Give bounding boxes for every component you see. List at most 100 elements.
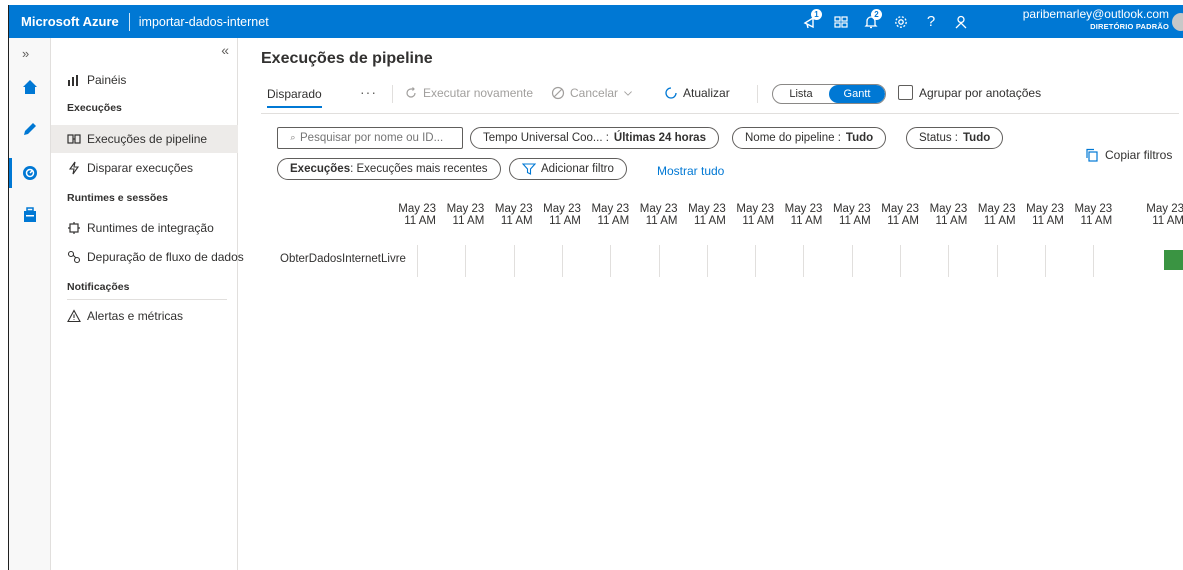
- gantt-tick-label: May 23 11 AM: [1144, 203, 1183, 227]
- app-frame: Microsoft Azure importar-dados-internet …: [8, 5, 1183, 570]
- gantt-tick-time: 11 AM: [694, 215, 726, 227]
- toolbar-divider: [261, 113, 1179, 114]
- gantt-tick-label: May 23 11 AM: [589, 203, 629, 227]
- gantt-grid-line: [561, 245, 563, 277]
- pipeline-filter-label: Nome do pipeline :: [745, 132, 841, 144]
- view-list-option[interactable]: Lista: [773, 85, 829, 103]
- rerun-button[interactable]: Executar novamente: [404, 86, 533, 100]
- top-icons: 1 2 ?: [796, 5, 976, 38]
- tab-triggered[interactable]: Disparado: [267, 87, 322, 108]
- gantt-tick-time: 11 AM: [404, 215, 436, 227]
- factory-name[interactable]: importar-dados-internet: [130, 15, 269, 29]
- more-options-button[interactable]: ···: [360, 84, 377, 100]
- copy-filters-button[interactable]: Copiar filtros: [1085, 148, 1172, 162]
- pipeline-filter-value: Tudo: [845, 132, 874, 144]
- time-filter-label: Tempo Universal Coo... :: [483, 132, 609, 144]
- time-filter-pill[interactable]: Tempo Universal Coo... : Últimas 24 hora…: [470, 127, 719, 149]
- gantt-grid-line: [706, 245, 708, 277]
- gantt-grid-line: [1044, 245, 1046, 277]
- gantt-tick-label: May 23 11 AM: [1072, 203, 1112, 227]
- gantt-tick-time: 11 AM: [887, 215, 919, 227]
- rerun-label: Executar novamente: [423, 86, 534, 100]
- search-input[interactable]: [300, 132, 450, 144]
- user-account[interactable]: paribemarley@outlook.com DIRETÓRIO PADRÃ…: [1017, 7, 1169, 33]
- gantt-tick-time: 11 AM: [983, 215, 1016, 227]
- directory-switch-button[interactable]: [826, 5, 856, 38]
- cancel-icon: [551, 86, 565, 100]
- gantt-tick-label: May 23 11 AM: [493, 203, 533, 227]
- dataflow-debug-icon: [67, 250, 81, 264]
- gantt-tick-date: May 23: [543, 203, 581, 215]
- nav-dashboards-label: Painéis: [87, 73, 127, 87]
- show-all-link[interactable]: Mostrar tudo: [657, 164, 724, 178]
- nav-pipeline-runs[interactable]: Execuções de pipeline: [51, 125, 238, 153]
- nav-trigger-runs[interactable]: Disparar execuções: [51, 154, 238, 182]
- monitor-gauge-icon: [23, 166, 37, 180]
- gantt-tick-date: May 23: [688, 203, 726, 215]
- collapse-nav-button[interactable]: «: [221, 42, 229, 58]
- rail-home[interactable]: [9, 70, 51, 104]
- gantt-tick-label: May 23 11 AM: [734, 203, 774, 227]
- gantt-tick-time: 11 AM: [452, 215, 485, 227]
- dashboard-icon: [67, 73, 81, 87]
- search-box[interactable]: [277, 127, 463, 149]
- rail-author[interactable]: [9, 112, 51, 146]
- alerts-button[interactable]: 2: [856, 5, 886, 38]
- cancel-button[interactable]: Cancelar: [551, 86, 633, 100]
- gantt-tick-time: 11 AM: [935, 215, 968, 227]
- gantt-tick-label: May 23 11 AM: [1024, 203, 1064, 227]
- rail-monitor[interactable]: [9, 156, 51, 190]
- gantt-tick-time: 11 AM: [645, 215, 678, 227]
- gantt-tick-time: 11 AM: [549, 215, 581, 227]
- gantt-grid-line: [900, 245, 901, 277]
- feedback-button[interactable]: [946, 5, 976, 38]
- time-filter-value: Últimas 24 horas: [613, 132, 706, 144]
- gantt-grid-line: [610, 245, 612, 277]
- runs-filter-pill[interactable]: Execuções : Execuções mais recentes: [277, 158, 501, 180]
- gantt-tick-time: 11 AM: [1152, 215, 1183, 227]
- copy-icon: [1086, 148, 1098, 162]
- status-filter-pill[interactable]: Status : Tudo: [906, 127, 1004, 149]
- add-filter-button[interactable]: Adicionar filtro: [509, 158, 627, 180]
- gantt-tick-date: May 23: [736, 203, 775, 215]
- nav-alerts-metrics[interactable]: Alertas e métricas: [51, 302, 238, 330]
- group-by-annotations[interactable]: Agrupar por anotações: [898, 85, 1041, 100]
- help-button[interactable]: ?: [916, 5, 946, 38]
- nav-dataflow-debug-label: Depuração de fluxo de dados: [87, 250, 244, 264]
- nav-dashboards[interactable]: Painéis: [51, 66, 238, 94]
- group-by-annotations-checkbox[interactable]: [898, 85, 913, 100]
- gantt-tick-label: May 23 11 AM: [541, 203, 581, 227]
- gantt-tick-label: May 23 11 AM: [879, 203, 919, 227]
- gantt-tick-date: May 23: [591, 203, 630, 215]
- pencil-icon: [24, 123, 36, 135]
- gantt-tick-time: 11 AM: [500, 215, 533, 227]
- pipeline-filter-pill[interactable]: Nome do pipeline : Tudo: [732, 127, 887, 149]
- gantt-row-label[interactable]: ObterDadosInternetLivre: [280, 253, 406, 265]
- notifications-button[interactable]: 1: [796, 5, 826, 38]
- refresh-label: Atualizar: [683, 86, 730, 100]
- gantt-tick-time: 11 AM: [1032, 215, 1064, 227]
- nav-section-runtimes: Runtimes e sessões: [67, 192, 168, 204]
- avatar[interactable]: [1172, 13, 1183, 31]
- gantt-tick-label: May 23 11 AM: [831, 203, 871, 227]
- brand-link[interactable]: Microsoft Azure: [9, 14, 129, 29]
- gantt-tick-date: May 23: [1146, 203, 1183, 215]
- expand-rail-button[interactable]: »: [22, 46, 29, 61]
- gantt-tick-date: May 23: [929, 203, 968, 215]
- refresh-button[interactable]: Atualizar: [664, 86, 730, 100]
- gantt-tick-time: 11 AM: [1080, 215, 1113, 227]
- nav-dataflow-debug[interactable]: Depuração de fluxo de dados: [51, 243, 244, 271]
- copy-filters-label: Copiar filtros: [1105, 148, 1173, 162]
- main-content: Execuções de pipeline Disparado ··· Exec…: [239, 38, 1183, 570]
- nav-integration-runtimes[interactable]: Runtimes de integração: [51, 214, 238, 242]
- group-by-annotations-label: Agrupar por anotações: [919, 85, 1042, 100]
- toolbar-separator: [757, 85, 758, 103]
- nav-section-runs: Execuções: [67, 102, 122, 114]
- gantt-grid-line: [513, 245, 515, 277]
- view-gantt-option[interactable]: Gantt: [829, 85, 885, 103]
- gantt-tick-time: 11 AM: [838, 215, 871, 227]
- settings-button[interactable]: [886, 5, 916, 38]
- rail-manage[interactable]: [9, 198, 51, 232]
- feedback-icon: [955, 15, 967, 28]
- gantt-run-bar[interactable]: [1164, 250, 1183, 270]
